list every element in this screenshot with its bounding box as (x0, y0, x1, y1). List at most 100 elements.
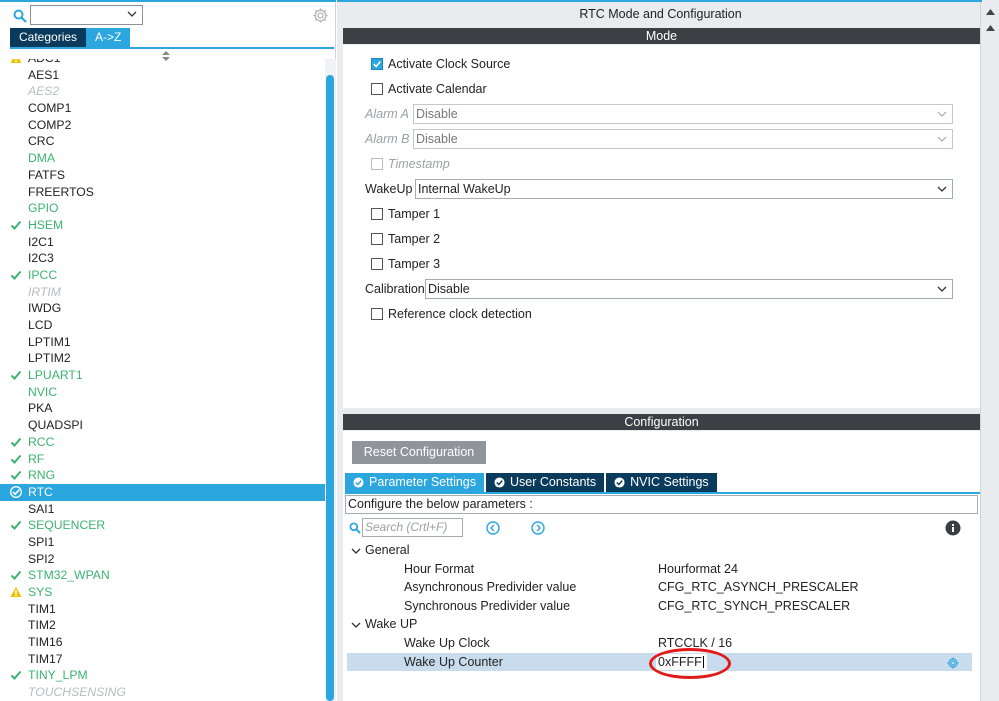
peripheral-search-combo[interactable] (30, 5, 143, 25)
peripheral-item-lpuart1[interactable]: LPUART1 (0, 367, 325, 384)
scroll-up-icon[interactable] (986, 24, 995, 33)
tamper-1-checkbox[interactable] (371, 208, 383, 220)
calibration-select[interactable]: Disable (425, 279, 953, 299)
param-row-wake-up-clock[interactable]: Wake Up Clock RTCCLK / 16 (347, 634, 972, 652)
tamper-2-checkbox[interactable] (371, 233, 383, 245)
chevron-down-icon[interactable] (126, 8, 138, 20)
peripheral-item-sai1[interactable]: SAI1 (0, 501, 325, 518)
gear-icon[interactable] (947, 657, 959, 669)
warning-icon (10, 586, 22, 597)
peripheral-item-irtim[interactable]: IRTIM (0, 284, 325, 301)
peripheral-item-tim2[interactable]: TIM2 (0, 617, 325, 634)
peripheral-item-freertos[interactable]: FREERTOS (0, 184, 325, 201)
peripheral-item-gpio[interactable]: GPIO (0, 200, 325, 217)
peripheral-item-label: COMP2 (28, 117, 72, 132)
calibration-value: Disable (428, 282, 470, 296)
tamper-3-checkbox[interactable] (371, 258, 383, 270)
alarm-b-label: Alarm B (365, 132, 410, 146)
activate-calendar-checkbox[interactable] (371, 83, 383, 95)
search-icon[interactable] (349, 522, 361, 534)
alarm-b-select[interactable]: Disable (413, 129, 953, 149)
scroll-up-icon[interactable] (986, 8, 995, 17)
panel-title: RTC Mode and Configuration (579, 7, 742, 21)
peripheral-item-tim17[interactable]: TIM17 (0, 651, 325, 668)
tamper-3-label: Tamper 3 (388, 257, 441, 271)
param-name: Hour Format (404, 562, 475, 576)
warning-icon (10, 59, 22, 63)
peripheral-item-spi1[interactable]: SPI1 (0, 534, 325, 551)
tab-categories[interactable]: Categories (10, 28, 87, 47)
peripheral-item-label: RF (28, 451, 45, 466)
param-row-async-predivider[interactable]: Asynchronous Predivider value CFG_RTC_AS… (347, 578, 972, 596)
peripheral-item-label: NVIC (28, 384, 58, 399)
peripheral-item-i2c3[interactable]: I2C3 (0, 250, 325, 267)
timestamp-checkbox[interactable] (371, 158, 383, 170)
peripheral-item-sequencer[interactable]: SEQUENCER (0, 517, 325, 534)
peripheral-item-iwdg[interactable]: IWDG (0, 300, 325, 317)
mode-header: Mode (343, 28, 980, 44)
activate-calendar-label: Activate Calendar (388, 82, 487, 96)
peripheral-item-rng[interactable]: RNG (0, 467, 325, 484)
peripheral-item-nvic[interactable]: NVIC (0, 384, 325, 401)
peripheral-item-crc[interactable]: CRC (0, 133, 325, 150)
peripheral-item-ipcc[interactable]: IPCC (0, 267, 325, 284)
peripheral-item-stm32-wpan[interactable]: STM32_WPAN (0, 567, 325, 584)
peripheral-item-aes1[interactable]: AES1 (0, 67, 325, 84)
peripheral-item-lptim2[interactable]: LPTIM2 (0, 350, 325, 367)
peripheral-item-rcc[interactable]: RCC (0, 434, 325, 451)
alarm-a-select[interactable]: Disable (413, 104, 953, 124)
param-row-hour-format[interactable]: Hour Format Hourformat 24 (347, 560, 972, 578)
peripheral-item-hsem[interactable]: HSEM (0, 217, 325, 234)
param-row-sync-predivider[interactable]: Synchronous Predivider value CFG_RTC_SYN… (347, 597, 972, 615)
peripheral-item-label: FREERTOS (28, 184, 94, 199)
tab-user-constants[interactable]: User Constants (486, 473, 605, 492)
peripheral-item-adc1[interactable]: ADC1 (0, 59, 325, 67)
peripheral-item-quadspi[interactable]: QUADSPI (0, 417, 325, 434)
wakeup-select[interactable]: Internal WakeUp (415, 179, 953, 199)
previous-match-icon[interactable] (486, 521, 500, 535)
peripheral-item-dma[interactable]: DMA (0, 150, 325, 167)
peripheral-item-tim16[interactable]: TIM16 (0, 634, 325, 651)
search-icon[interactable] (13, 9, 27, 23)
sort-tabs: Categories A->Z (10, 28, 131, 47)
chevron-down-icon (351, 622, 361, 628)
reset-configuration-button[interactable]: Reset Configuration (352, 441, 486, 464)
config-tabs: Parameter Settings User Constants NVIC S… (345, 473, 719, 492)
tab-parameter-settings-label: Parameter Settings (369, 475, 476, 489)
peripheral-item-lptim1[interactable]: LPTIM1 (0, 334, 325, 351)
peripheral-item-label: SAI1 (28, 501, 55, 516)
peripheral-item-aes2[interactable]: AES2 (0, 83, 325, 100)
chevron-down-icon (937, 186, 947, 192)
param-name: Asynchronous Predivider value (404, 580, 577, 594)
peripheral-list-scroll-thumb[interactable] (326, 75, 334, 701)
tab-parameter-settings[interactable]: Parameter Settings (345, 473, 484, 492)
checkmark-icon (10, 671, 22, 681)
peripheral-item-label: LPUART1 (28, 368, 83, 383)
group-wake-up-label: Wake UP (365, 617, 418, 631)
tab-nvic-settings[interactable]: NVIC Settings (606, 473, 717, 492)
checkmark-icon (373, 61, 381, 68)
peripheral-item-comp1[interactable]: COMP1 (0, 100, 325, 117)
reference-clock-checkbox[interactable] (371, 308, 383, 320)
peripheral-item-pka[interactable]: PKA (0, 400, 325, 417)
peripheral-item-touchsensing[interactable]: TOUCHSENSING (0, 684, 325, 701)
peripheral-item-lcd[interactable]: LCD (0, 317, 325, 334)
info-icon[interactable] (945, 520, 961, 536)
peripheral-item-label: SYS (28, 585, 53, 599)
parameter-search-input[interactable]: Search (Crtl+F) (362, 518, 463, 537)
activate-clock-source-checkbox[interactable] (371, 58, 383, 70)
peripheral-item-fatfs[interactable]: FATFS (0, 167, 325, 184)
tab-a-to-z[interactable]: A->Z (86, 28, 131, 47)
peripheral-item-rtc[interactable]: RTC (0, 483, 325, 501)
next-match-icon[interactable] (531, 521, 545, 535)
peripheral-item-spi2[interactable]: SPI2 (0, 551, 325, 568)
gear-icon[interactable] (312, 7, 329, 24)
peripheral-item-comp2[interactable]: COMP2 (0, 117, 325, 134)
peripheral-item-i2c1[interactable]: I2C1 (0, 234, 325, 251)
peripheral-item-rf[interactable]: RF (0, 451, 325, 468)
peripheral-item-tim1[interactable]: TIM1 (0, 601, 325, 618)
config-panel-scrollbar[interactable] (980, 2, 999, 701)
peripheral-item-label: HSEM (28, 217, 64, 232)
peripheral-item-sys[interactable]: SYS (0, 584, 325, 601)
peripheral-item-tiny-lpm[interactable]: TINY_LPM (0, 667, 325, 684)
